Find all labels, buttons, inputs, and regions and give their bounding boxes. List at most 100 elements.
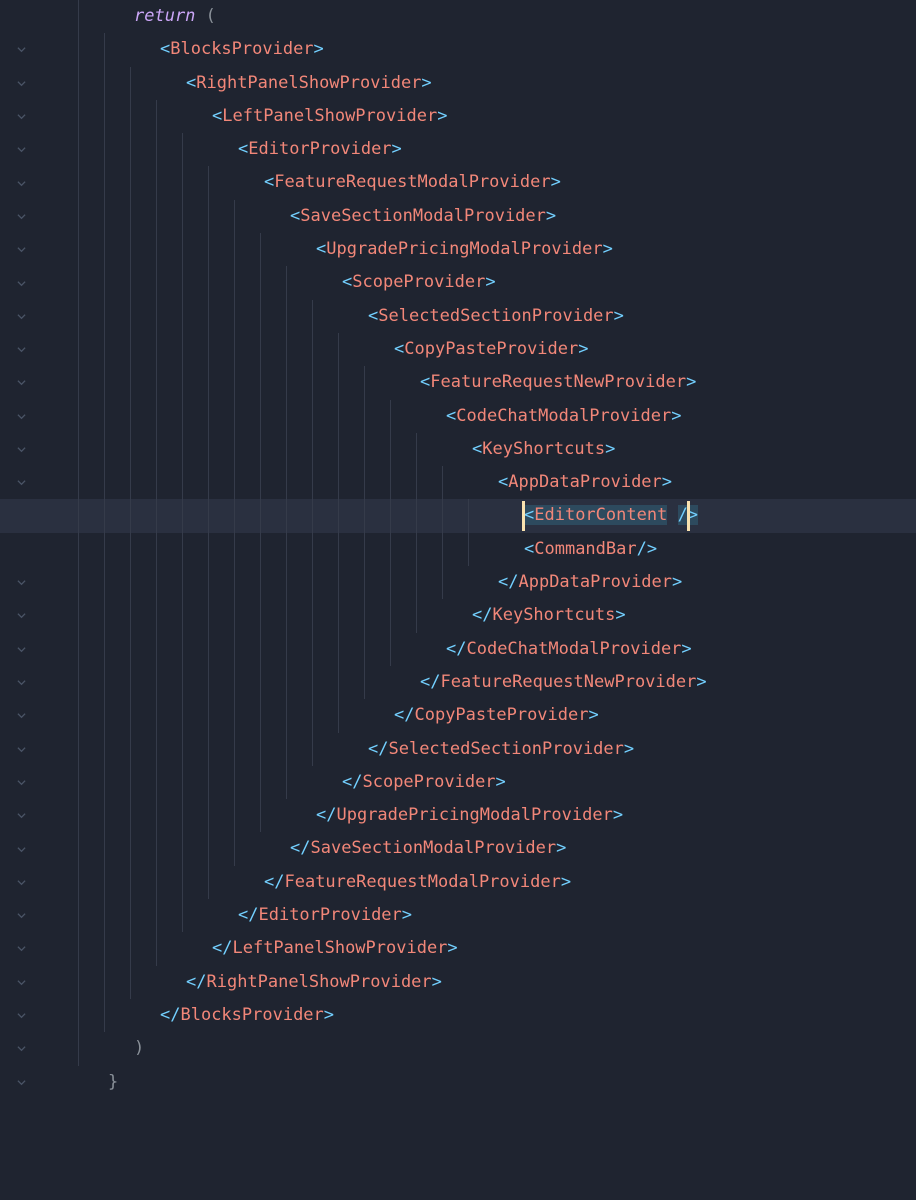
code-editor[interactable]: return (<BlocksProvider><RightPanelShowP… xyxy=(0,0,916,1099)
code-line[interactable]: </SaveSectionModalProvider> xyxy=(0,832,916,865)
fold-open-icon[interactable] xyxy=(16,278,26,288)
angle-close: > xyxy=(546,206,556,226)
angle-open: < xyxy=(394,339,404,359)
whitespace xyxy=(195,6,205,26)
code-line[interactable]: <FeatureRequestModalProvider> xyxy=(0,166,916,199)
jsx-tag: SaveSectionModalProvider xyxy=(300,206,546,226)
code-content: return ( xyxy=(30,0,216,33)
code-line[interactable]: <UpgradePricingModalProvider> xyxy=(0,233,916,266)
jsx-tag: KeyShortcuts xyxy=(482,439,605,459)
code-line[interactable]: </FeatureRequestModalProvider> xyxy=(0,866,916,899)
jsx-tag: CodeChatModalProvider xyxy=(456,406,671,426)
angle-open: < xyxy=(316,239,326,259)
code-line[interactable]: <CodeChatModalProvider> xyxy=(0,400,916,433)
code-line[interactable]: </UpgradePricingModalProvider> xyxy=(0,799,916,832)
code-line[interactable]: return ( xyxy=(0,0,916,33)
fold-open-icon[interactable] xyxy=(16,45,26,55)
code-line[interactable]: </RightPanelShowProvider> xyxy=(0,966,916,999)
jsx-tag: FeatureRequestNewProvider xyxy=(440,672,696,692)
angle-open: < xyxy=(290,206,300,226)
fold-open-icon[interactable] xyxy=(16,78,26,88)
angle-close: > xyxy=(496,772,506,792)
fold-open-icon[interactable] xyxy=(16,178,26,188)
angle-close: > xyxy=(324,1005,334,1025)
fold-close-icon[interactable] xyxy=(16,611,26,621)
angle-close: > xyxy=(681,639,691,659)
keyword: return xyxy=(134,6,195,26)
angle-open: < xyxy=(238,139,248,159)
fold-close-icon[interactable] xyxy=(16,777,26,787)
code-line[interactable]: <RightPanelShowProvider> xyxy=(0,67,916,100)
fold-close-icon[interactable] xyxy=(16,977,26,987)
code-line[interactable]: </EditorProvider> xyxy=(0,899,916,932)
code-line[interactable]: <SelectedSectionProvider> xyxy=(0,300,916,333)
code-line[interactable]: </ScopeProvider> xyxy=(0,766,916,799)
angle-close: > xyxy=(588,705,598,725)
fold-close-icon[interactable] xyxy=(16,744,26,754)
code-line[interactable]: <LeftPanelShowProvider> xyxy=(0,100,916,133)
angle-close: > xyxy=(561,872,571,892)
angle-open: < xyxy=(420,372,430,392)
code-line[interactable]: } xyxy=(0,1066,916,1099)
jsx-tag: BlocksProvider xyxy=(170,39,313,59)
fold-close-icon[interactable] xyxy=(16,911,26,921)
jsx-tag: EditorProvider xyxy=(258,905,401,925)
angle-close: > xyxy=(551,172,561,192)
code-line[interactable]: </FeatureRequestNewProvider> xyxy=(0,666,916,699)
fold-close-icon[interactable] xyxy=(16,844,26,854)
angle-close: > xyxy=(696,672,706,692)
brace-close: } xyxy=(108,1072,118,1092)
fold-close-icon[interactable] xyxy=(16,678,26,688)
code-line[interactable]: </LeftPanelShowProvider> xyxy=(0,932,916,965)
fold-open-icon[interactable] xyxy=(16,311,26,321)
code-line[interactable]: <CommandBar/> xyxy=(0,533,916,566)
fold-open-icon[interactable] xyxy=(16,211,26,221)
fold-open-icon[interactable] xyxy=(16,245,26,255)
fold-open-icon[interactable] xyxy=(16,345,26,355)
code-line[interactable]: <ScopeProvider> xyxy=(0,266,916,299)
fold-close-icon[interactable] xyxy=(16,944,26,954)
fold-close-icon[interactable] xyxy=(16,644,26,654)
code-line[interactable]: <EditorProvider> xyxy=(0,133,916,166)
fold-open-icon[interactable] xyxy=(16,378,26,388)
fold-open-icon[interactable] xyxy=(16,112,26,122)
fold-close-icon[interactable] xyxy=(16,877,26,887)
fold-open-icon[interactable] xyxy=(16,445,26,455)
jsx-tag: FeatureRequestModalProvider xyxy=(274,172,550,192)
code-content: </FeatureRequestNewProvider> xyxy=(30,666,707,699)
angle-close: > xyxy=(624,739,634,759)
code-line[interactable]: <SaveSectionModalProvider> xyxy=(0,200,916,233)
fold-open-icon[interactable] xyxy=(16,411,26,421)
code-line[interactable]: </CodeChatModalProvider> xyxy=(0,633,916,666)
jsx-tag: SaveSectionModalProvider xyxy=(310,838,556,858)
code-line[interactable]: </SelectedSectionProvider> xyxy=(0,733,916,766)
code-line[interactable]: <KeyShortcuts> xyxy=(0,433,916,466)
code-line[interactable]: <EditorContent /> xyxy=(0,499,916,532)
paren-open: ( xyxy=(206,6,216,26)
paren-close: ) xyxy=(134,1038,144,1058)
angle-open: </ xyxy=(264,872,284,892)
fold-open-icon[interactable] xyxy=(16,478,26,488)
angle-close: > xyxy=(392,139,402,159)
fold-close-icon[interactable] xyxy=(16,1044,26,1054)
fold-open-icon[interactable] xyxy=(16,145,26,155)
code-line[interactable]: <AppDataProvider> xyxy=(0,466,916,499)
code-line[interactable]: </AppDataProvider> xyxy=(0,566,916,599)
code-line[interactable]: <FeatureRequestNewProvider> xyxy=(0,366,916,399)
code-line[interactable]: <BlocksProvider> xyxy=(0,33,916,66)
code-content: ) xyxy=(30,1032,144,1065)
code-line[interactable]: ) xyxy=(0,1032,916,1065)
angle-open: < xyxy=(446,406,456,426)
fold-close-icon[interactable] xyxy=(16,811,26,821)
code-content: <RightPanelShowProvider> xyxy=(30,67,432,100)
fold-close-icon[interactable] xyxy=(16,578,26,588)
fold-close-icon[interactable] xyxy=(16,711,26,721)
code-line[interactable]: </BlocksProvider> xyxy=(0,999,916,1032)
fold-close-icon[interactable] xyxy=(16,1077,26,1087)
code-line[interactable]: </KeyShortcuts> xyxy=(0,599,916,632)
fold-close-icon[interactable] xyxy=(16,1011,26,1021)
jsx-tag: UpgradePricingModalProvider xyxy=(336,805,612,825)
angle-close: > xyxy=(662,472,672,492)
code-line[interactable]: </CopyPasteProvider> xyxy=(0,699,916,732)
code-line[interactable]: <CopyPasteProvider> xyxy=(0,333,916,366)
